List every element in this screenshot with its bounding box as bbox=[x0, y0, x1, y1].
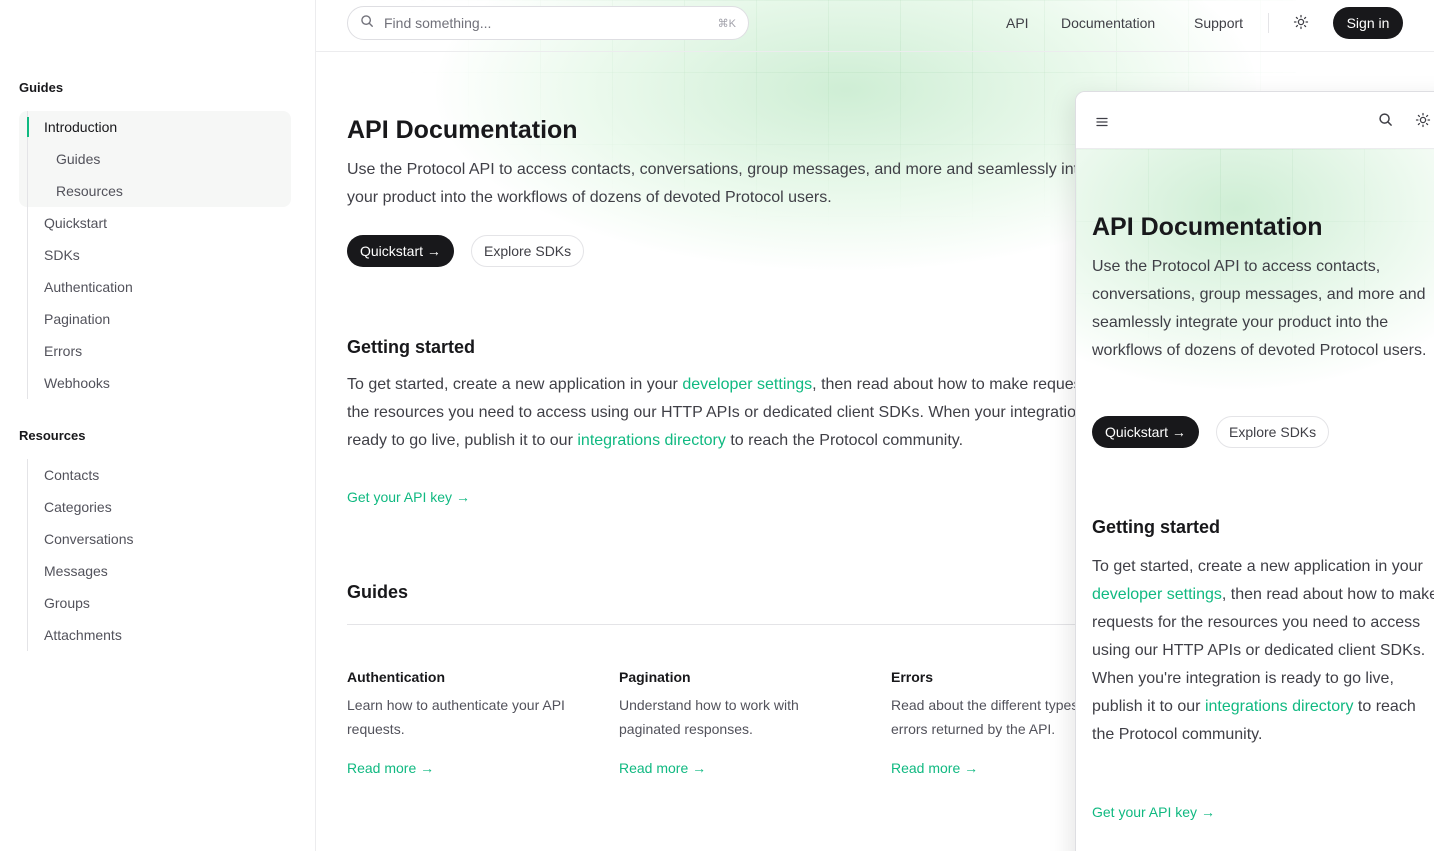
mobile-getting-started-text: To get started, create a new application… bbox=[1092, 553, 1434, 749]
sidebar-subitem-guides[interactable]: Guides bbox=[28, 143, 133, 175]
nav-group-title-guides: Guides bbox=[19, 80, 64, 95]
sidebar-item-messages[interactable]: Messages bbox=[28, 555, 134, 587]
lead-line-2: your product into the workflows of dozen… bbox=[347, 189, 832, 206]
guide-card-desc-pagination: Understand how to work with paginated re… bbox=[619, 697, 799, 737]
theme-toggle-sun-icon[interactable] bbox=[1292, 13, 1310, 31]
sidebar-item-errors[interactable]: Errors bbox=[28, 335, 133, 367]
quickstart-button[interactable]: Quickstart → bbox=[347, 235, 454, 267]
sidebar-item-categories[interactable]: Categories bbox=[28, 491, 134, 523]
sidebar-item-conversations[interactable]: Conversations bbox=[28, 523, 134, 555]
mobile-gs-pre: To get started, create a new application… bbox=[1092, 558, 1423, 575]
gs-line-1-post: , then read about how to make requests f… bbox=[812, 376, 1118, 393]
sidebar-item-groups[interactable]: Groups bbox=[28, 587, 134, 619]
header-divider bbox=[1268, 13, 1269, 33]
guide-card-link-errors[interactable]: Read more → bbox=[891, 760, 978, 776]
mobile-quickstart-button[interactable]: Quickstart → bbox=[1092, 416, 1199, 448]
search-icon bbox=[360, 14, 374, 33]
page-lead: Use the Protocol API to access contacts,… bbox=[347, 156, 1124, 212]
nav-link-support[interactable]: Support bbox=[1194, 15, 1243, 31]
sidebar-item-pagination[interactable]: Pagination bbox=[28, 303, 133, 335]
gs-line-3-pre: ready to go live, publish it to our bbox=[347, 432, 578, 449]
sidebar-subitem-resources[interactable]: Resources bbox=[28, 175, 133, 207]
mobile-header bbox=[1076, 92, 1434, 149]
mobile-page-lead: Use the Protocol API to access contacts,… bbox=[1092, 258, 1427, 359]
developer-settings-link[interactable]: developer settings bbox=[682, 376, 812, 393]
sidebar-item-contacts[interactable]: Contacts bbox=[28, 459, 134, 491]
search-shortcut: ⌘K bbox=[717, 17, 736, 30]
sidebar-item-quickstart[interactable]: Quickstart bbox=[28, 207, 133, 239]
sign-in-button[interactable]: Sign in bbox=[1333, 7, 1403, 39]
guide-card-link-pagination[interactable]: Read more → bbox=[619, 760, 706, 776]
mobile-preview: API Documentation Use the Protocol API t… bbox=[1075, 91, 1434, 851]
nav-link-documentation[interactable]: Documentation bbox=[1061, 15, 1155, 31]
gs-line-3-post: to reach the Protocol community. bbox=[725, 432, 964, 449]
mobile-getting-started-heading: Getting started bbox=[1092, 517, 1221, 537]
sidebar-item-introduction[interactable]: Introduction bbox=[27, 111, 133, 143]
guide-card-link-authentication[interactable]: Read more → bbox=[347, 760, 434, 776]
mobile-search-icon[interactable] bbox=[1378, 112, 1393, 132]
guides-heading: Guides bbox=[347, 582, 409, 602]
mobile-integrations-directory-link[interactable]: integrations directory bbox=[1205, 698, 1354, 715]
guides-divider bbox=[347, 624, 1107, 625]
search-input[interactable]: Find something... ⌘K bbox=[347, 6, 749, 40]
mobile-get-api-key-link[interactable]: Get your API key → bbox=[1092, 804, 1215, 820]
mobile-page-title: API Documentation bbox=[1092, 213, 1323, 241]
nav-list-resources: Contacts Categories Conversations Messag… bbox=[27, 459, 134, 651]
sidebar-item-attachments[interactable]: Attachments bbox=[28, 619, 134, 651]
sidebar-item-webhooks[interactable]: Webhooks bbox=[28, 367, 133, 399]
sidebar: Guides Introduction Guides Resources Qui… bbox=[0, 0, 316, 851]
integrations-directory-link[interactable]: integrations directory bbox=[577, 432, 726, 449]
getting-started-heading: Getting started bbox=[347, 337, 476, 357]
gs-line-2: the resources you need to access using o… bbox=[347, 404, 1101, 421]
getting-started-text: To get started, create a new application… bbox=[347, 371, 1117, 455]
get-api-key-link[interactable]: Get your API key → bbox=[347, 489, 470, 505]
nav-group-title-resources: Resources bbox=[19, 428, 86, 443]
sidebar-item-authentication[interactable]: Authentication bbox=[28, 271, 133, 303]
nav-link-api[interactable]: API bbox=[1006, 15, 1029, 31]
guide-card-desc-authentication: Learn how to authenticate your API reque… bbox=[347, 697, 565, 737]
gs-line-1-pre: To get started, create a new application… bbox=[347, 376, 683, 393]
gs-line-1: To get started, create a new application… bbox=[347, 371, 1117, 399]
lead-line-1: Use the Protocol API to access contacts,… bbox=[347, 161, 1124, 178]
guide-card-desc-errors: Read about the different types of errors… bbox=[891, 697, 1094, 737]
mobile-explore-sdks-button[interactable]: Explore SDKs bbox=[1216, 416, 1330, 448]
guide-card-title-authentication: Authentication bbox=[347, 669, 445, 685]
guide-card-title-pagination: Pagination bbox=[619, 669, 691, 685]
gs-line-3: ready to go live, publish it to our inte… bbox=[347, 427, 1117, 455]
guide-card-title-errors: Errors bbox=[891, 669, 934, 685]
top-header: Find something... ⌘K API Documentation S… bbox=[316, 0, 1434, 52]
mobile-gs-mid: , then read about how to make requests f… bbox=[1092, 586, 1434, 715]
page-title: API Documentation bbox=[347, 116, 578, 144]
menu-icon[interactable] bbox=[1096, 114, 1108, 132]
search-placeholder: Find something... bbox=[384, 15, 492, 31]
mobile-developer-settings-link[interactable]: developer settings bbox=[1092, 586, 1222, 603]
sidebar-item-sdks[interactable]: SDKs bbox=[28, 239, 133, 271]
explore-sdks-button[interactable]: Explore SDKs bbox=[471, 235, 585, 267]
nav-list-guides: Introduction Guides Resources Quickstart… bbox=[27, 111, 133, 399]
mobile-theme-sun-icon[interactable] bbox=[1414, 111, 1432, 134]
